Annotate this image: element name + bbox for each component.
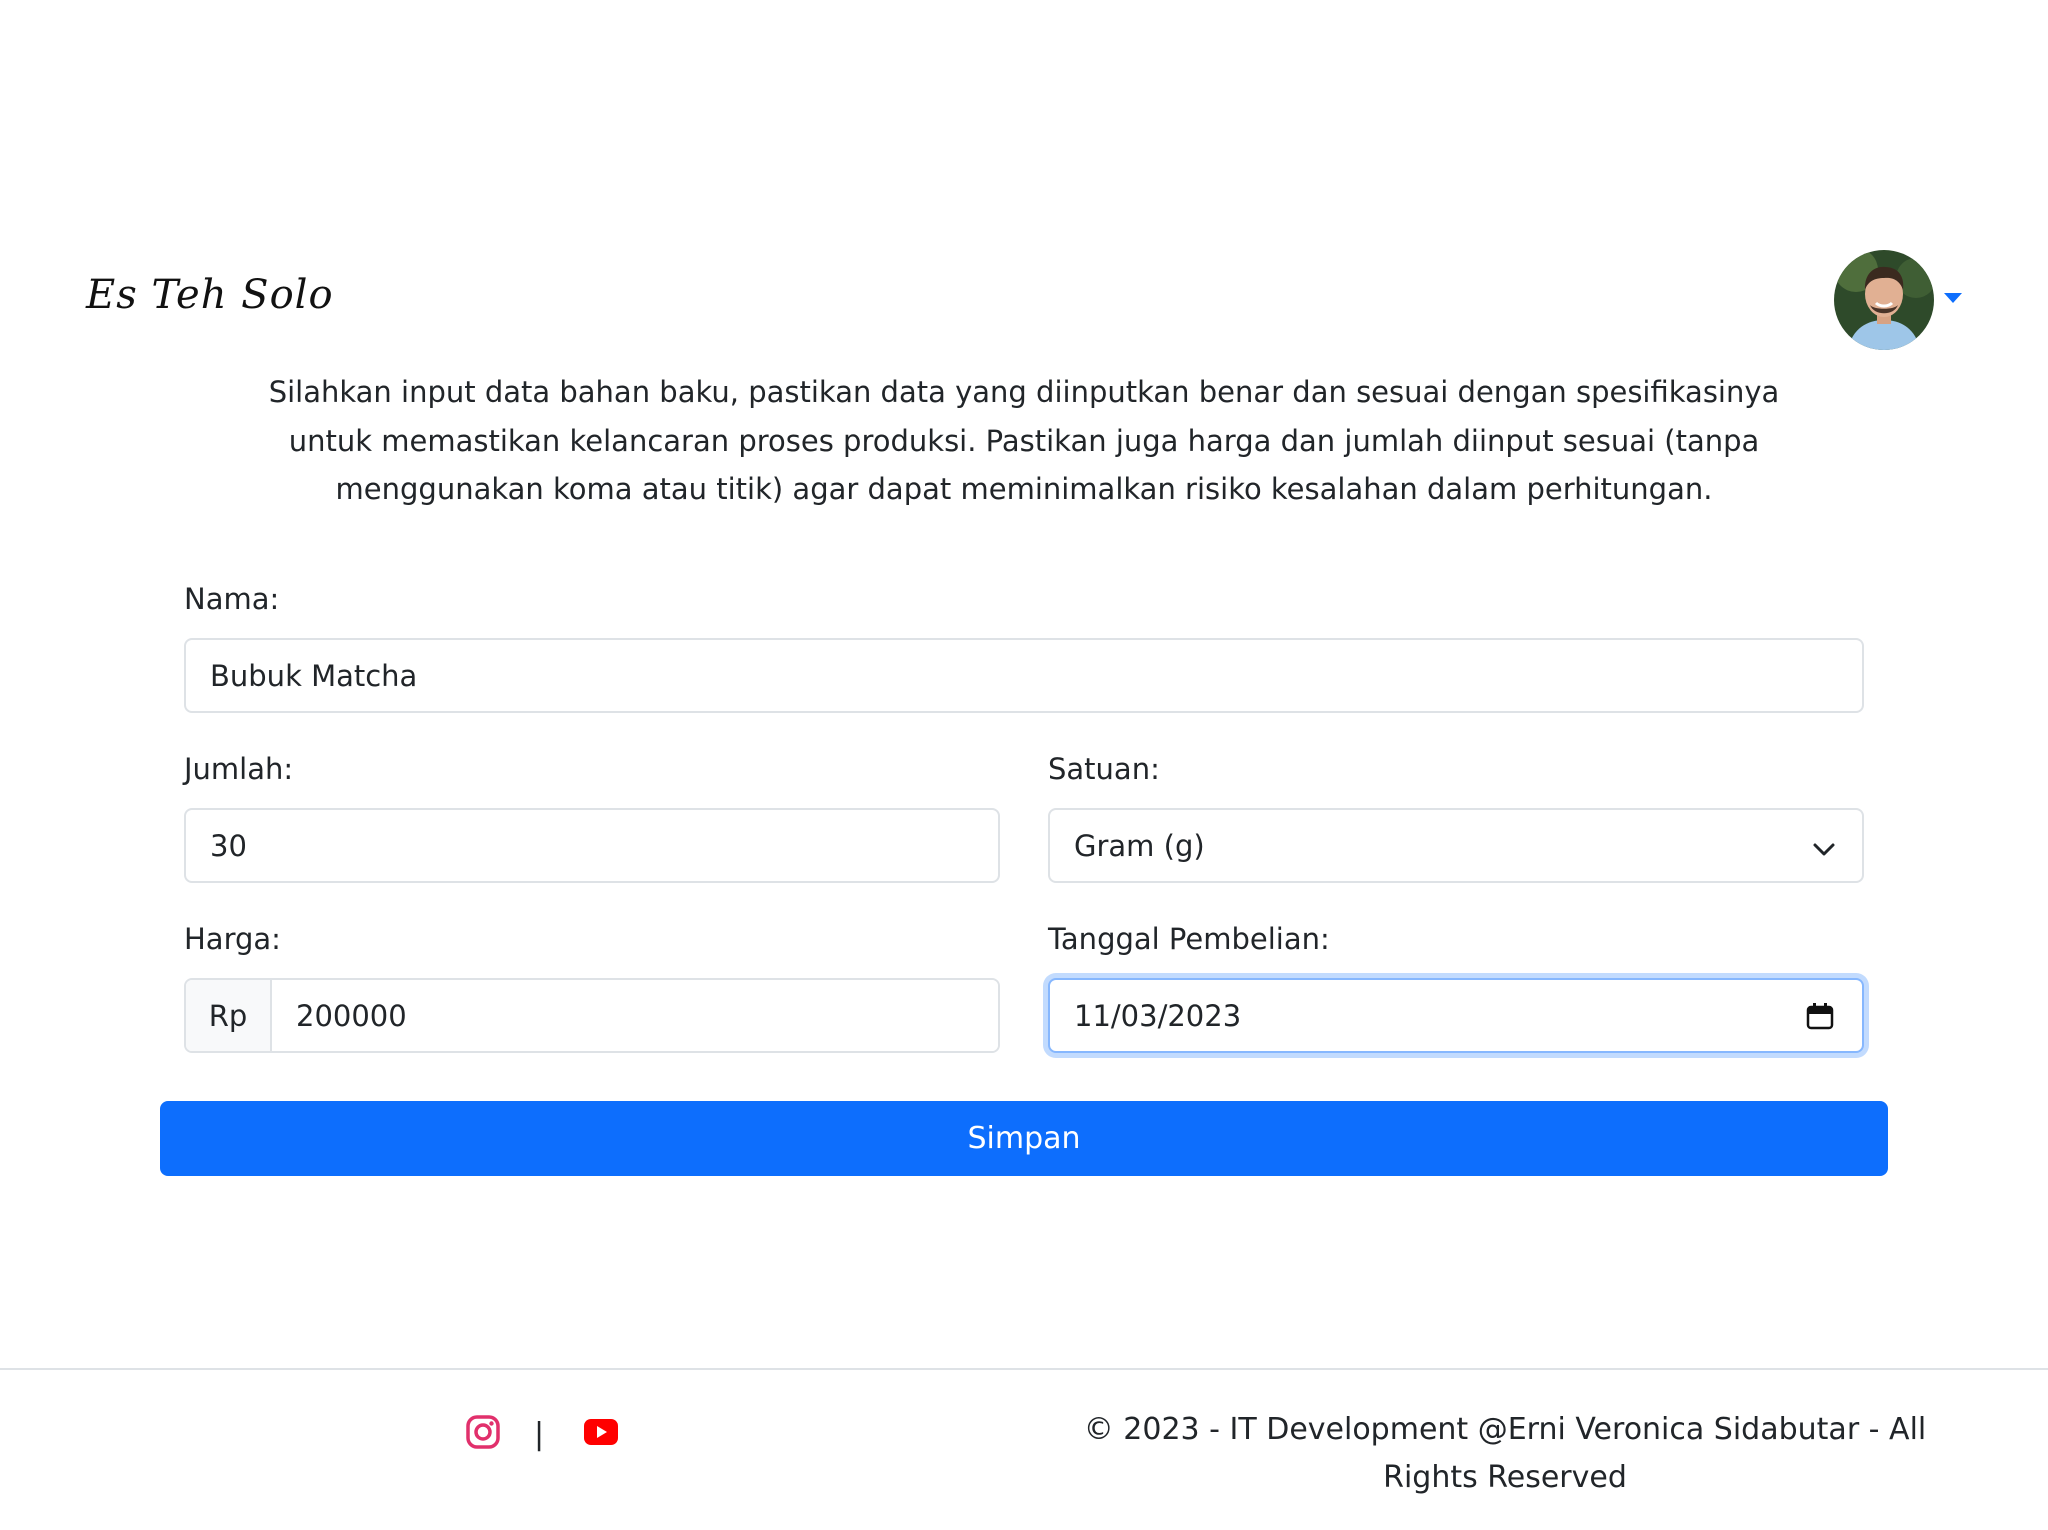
user-avatar[interactable]: [1834, 250, 1934, 350]
calendar-icon[interactable]: [1806, 1002, 1834, 1030]
caret-down-icon[interactable]: [1944, 293, 1962, 303]
satuan-select[interactable]: Gram (g): [1048, 808, 1864, 883]
simpan-button[interactable]: Simpan: [160, 1101, 1888, 1176]
jumlah-value: 30: [210, 828, 247, 863]
intro-text: Silahkan input data bahan baku, pastikan…: [268, 375, 1780, 506]
tanggal-value: 11/03/2023: [1074, 998, 1242, 1033]
tanggal-label: Tanggal Pembelian:: [1048, 922, 1330, 956]
jumlah-input[interactable]: 30: [184, 808, 1000, 883]
satuan-value: Gram (g): [1074, 828, 1205, 863]
chevron-down-icon: [1812, 834, 1836, 858]
jumlah-label: Jumlah:: [184, 752, 294, 786]
currency-prefix: Rp: [186, 980, 272, 1051]
satuan-label: Satuan:: [1048, 752, 1160, 786]
social-links: |: [466, 1415, 619, 1453]
nama-label: Nama:: [184, 582, 280, 616]
nama-input[interactable]: Bubuk Matcha: [184, 638, 1864, 713]
harga-label: Harga:: [184, 922, 281, 956]
harga-input-group[interactable]: Rp 200000: [184, 978, 1000, 1053]
harga-value[interactable]: 200000: [272, 980, 998, 1051]
instagram-icon[interactable]: [466, 1415, 500, 1453]
profile-dropdown[interactable]: [1834, 250, 1962, 350]
nama-value: Bubuk Matcha: [210, 658, 418, 693]
brand-logo[interactable]: Es Teh Solo: [86, 272, 334, 318]
footer: | © 2023 - IT Development @Erni Veronica…: [0, 1368, 2048, 1530]
youtube-icon[interactable]: [584, 1419, 619, 1449]
copyright-text: © 2023 - IT Development @Erni Veronica S…: [1083, 1412, 1927, 1495]
social-separator: |: [534, 1416, 545, 1452]
tanggal-input[interactable]: 11/03/2023: [1048, 978, 1864, 1053]
